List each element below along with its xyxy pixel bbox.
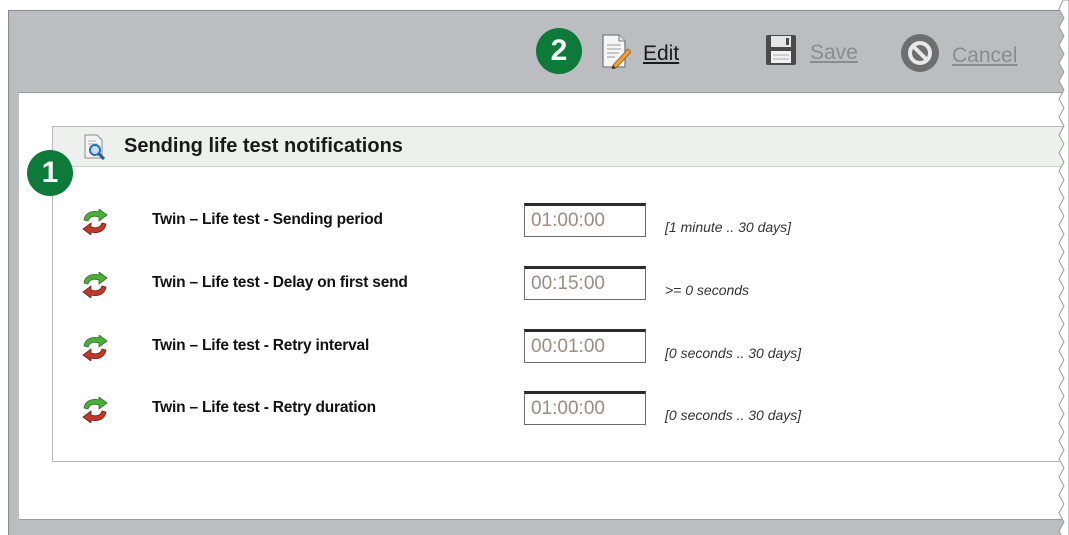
cancel-circle-icon [900, 33, 940, 79]
setting-row-delay-first-send: Twin – Life test - Delay on first send >… [53, 266, 1069, 312]
app-window: 2 Edit Save Cancel Sending life test not… [8, 10, 1069, 535]
retry-interval-input[interactable] [524, 329, 646, 363]
edit-document-icon [601, 33, 632, 75]
setting-label: Twin – Life test - Retry duration [152, 399, 376, 416]
sending-period-input[interactable] [524, 203, 646, 237]
setting-row-sending-period: Twin – Life test - Sending period [1 min… [53, 203, 1069, 249]
setting-label: Twin – Life test - Retry interval [152, 337, 370, 354]
section-header: Sending life test notifications [53, 127, 1069, 167]
search-document-icon [83, 134, 107, 165]
retry-duration-input[interactable] [524, 391, 646, 425]
range-hint: [0 seconds .. 30 days] [665, 407, 802, 423]
setting-row-retry-duration: Twin – Life test - Retry duration [0 sec… [53, 391, 1069, 437]
range-hint: [1 minute .. 30 days] [665, 219, 792, 235]
delay-first-send-input[interactable] [524, 266, 646, 300]
save-button[interactable]: Save [764, 33, 858, 73]
setting-label: Twin – Life test - Delay on first send [152, 274, 408, 291]
life-test-section: Sending life test notifications Twin – L… [52, 126, 1069, 462]
refresh-arrows-icon [80, 271, 110, 299]
step-badge-1: 1 [27, 150, 73, 196]
range-hint: >= 0 seconds [665, 282, 750, 298]
torn-edge [1058, 0, 1069, 535]
step-badge-2: 2 [536, 28, 582, 74]
edit-button[interactable]: Edit [601, 33, 679, 75]
cancel-label: Cancel [952, 44, 1018, 67]
refresh-arrows-icon [80, 208, 110, 236]
save-label: Save [810, 41, 858, 64]
refresh-arrows-icon [80, 334, 110, 362]
setting-label: Twin – Life test - Sending period [152, 211, 383, 228]
setting-row-retry-interval: Twin – Life test - Retry interval [0 sec… [53, 329, 1069, 375]
floppy-disk-icon [764, 33, 798, 73]
cancel-button[interactable]: Cancel [900, 33, 1017, 79]
section-title: Sending life test notifications [124, 135, 403, 157]
content-panel: Sending life test notifications Twin – L… [19, 92, 1069, 520]
refresh-arrows-icon [80, 396, 110, 424]
edit-label: Edit [643, 42, 680, 65]
toolbar: 2 Edit Save Cancel [9, 11, 1069, 91]
range-hint: [0 seconds .. 30 days] [665, 345, 802, 361]
